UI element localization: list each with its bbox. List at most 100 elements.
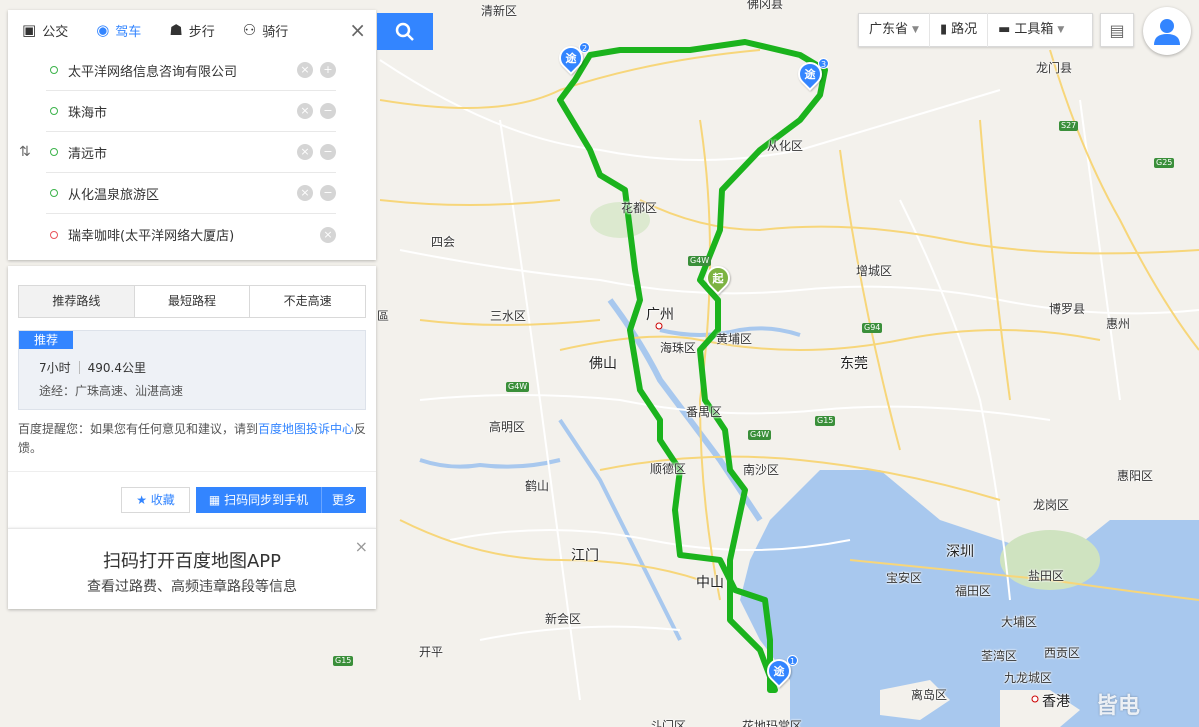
via-pin-2[interactable]: 途2 (554, 41, 590, 78)
map-label: 區 (377, 309, 390, 323)
clear-icon[interactable]: × (297, 62, 313, 78)
tab-recommended[interactable]: 推荐路线 (19, 286, 134, 317)
route-actions: ★ 收藏 ▦ 扫码同步到手机 更多 (8, 471, 376, 528)
road-shield: G15 (333, 656, 354, 666)
chevron-down-icon: ▼ (912, 25, 919, 35)
toolbox-menu[interactable]: ▬ 工具箱 ▼ (987, 13, 1074, 47)
clear-icon[interactable]: × (320, 226, 336, 243)
app-promo-subtitle: 查看过路费、高频违章路段等信息 (87, 579, 297, 595)
waypoint-via-3[interactable]: 从化温泉旅游区 × − (46, 173, 336, 214)
bus-icon: ▣ (22, 21, 37, 39)
mode-bus[interactable]: ▣ 公交 (8, 10, 82, 50)
tab-shortest[interactable]: 最短路程 (133, 286, 250, 317)
traffic-light-icon: ▮ (939, 22, 948, 37)
search-button[interactable] (377, 13, 433, 50)
map-label: 佛冈县 (747, 0, 784, 11)
close-icon[interactable]: × (349, 20, 366, 40)
chevron-down-icon: ▼ (1057, 25, 1065, 35)
favorite-label: 收藏 (150, 493, 175, 507)
mode-label: 驾车 (115, 24, 142, 40)
map-label: 开平 (419, 645, 444, 659)
province-label: 广东省 (869, 22, 909, 37)
bike-icon: ⚇ (242, 21, 257, 39)
waypoint-start[interactable]: 太平洋网络信息咨询有限公司 × + (46, 50, 336, 91)
map-label: 高明区 (489, 420, 526, 434)
end-dot-icon (50, 230, 58, 239)
favorite-button[interactable]: ★ 收藏 (121, 487, 190, 513)
walk-icon: ☗ (169, 21, 183, 39)
map-label: 离岛区 (911, 688, 948, 702)
waypoint-name: 瑞幸咖啡(太平洋网络大厦店) (68, 229, 235, 244)
map-label: 黄埔区 (716, 332, 753, 346)
start-pin[interactable]: 起 (701, 261, 735, 298)
road-shield: G15 (815, 416, 836, 426)
map-label: 从化区 (767, 139, 804, 153)
search-icon (395, 22, 414, 41)
mode-bike[interactable]: ⚇ 骑行 (229, 10, 302, 50)
result-panel: 推荐路线 最短路程 不走高速 推荐 7小时 490.4公里 途经：广珠高速、汕湛… (8, 266, 376, 528)
waypoint-via-2[interactable]: 清远市 × − (46, 132, 336, 173)
map-label: 惠阳区 (1117, 469, 1154, 483)
clear-icon[interactable]: × (297, 144, 313, 160)
waypoint-end[interactable]: 瑞幸咖啡(太平洋网络大厦店) × (46, 214, 336, 255)
road-shield: G4W (506, 382, 530, 392)
remove-waypoint-icon[interactable]: − (320, 103, 336, 119)
route-tabs: 推荐路线 最短路程 不走高速 (18, 285, 366, 318)
road-shield: G25 (1154, 158, 1175, 168)
via-pin-1[interactable]: 途1 (762, 654, 798, 691)
road-shield: G4W (688, 256, 712, 266)
waypoint-via-1[interactable]: 珠海市 × − (46, 91, 336, 132)
close-icon[interactable]: × (355, 537, 368, 556)
map-label: 新会区 (545, 612, 582, 626)
map-label: 龙岗区 (1033, 498, 1070, 512)
route-duration: 7小时 (39, 361, 71, 375)
map-label: 四会 (431, 235, 456, 249)
map-label: 花地玛堂区 (742, 719, 803, 727)
map-label-city: 深圳 (946, 544, 974, 560)
mode-label: 公交 (42, 24, 69, 40)
via-pin-3[interactable]: 途3 (793, 57, 829, 94)
map-label-city: 中山 (696, 575, 724, 591)
road-shield: S27 (1059, 121, 1079, 131)
waypoint-name: 太平洋网络信息咨询有限公司 (68, 64, 238, 80)
star-icon: ★ (136, 493, 147, 507)
qr-icon: ▦ (208, 493, 221, 507)
add-waypoint-icon[interactable]: + (320, 62, 336, 78)
map-label: 荃湾区 (981, 649, 1018, 663)
mode-label: 步行 (188, 24, 215, 40)
complaint-center-link[interactable]: 百度地图投诉中心 (258, 422, 354, 436)
province-select[interactable]: 广东省 ▼ (859, 13, 929, 47)
tab-no-highway[interactable]: 不走高速 (249, 286, 366, 317)
map-label: 顺德区 (650, 462, 687, 476)
recommended-tag: 推荐 (19, 331, 73, 349)
feedback-tip: 百度提醒您：如果您有任何意见和建议，请到百度地图投诉中心反馈。 (18, 420, 370, 458)
map-label: 惠州 (1106, 317, 1131, 331)
sync-label[interactable]: ▦ 扫码同步到手机 (196, 487, 322, 513)
tip-text: 百度提醒您：如果您有任何意见和建议，请到 (18, 422, 259, 436)
avatar[interactable] (1143, 7, 1191, 55)
more-button[interactable]: 更多 (322, 487, 366, 513)
message-button[interactable]: ▤ (1100, 13, 1134, 47)
start-dot-icon (50, 66, 58, 74)
map-label: 博罗县 (1049, 302, 1086, 316)
map-label: 清新区 (481, 4, 518, 18)
waypoint-name: 珠海市 (68, 105, 108, 121)
traffic-label: 路况 (951, 22, 978, 37)
road-shield: G94 (862, 323, 883, 333)
clear-icon[interactable]: × (297, 185, 313, 201)
mode-walk[interactable]: ☗ 步行 (155, 10, 228, 50)
remove-waypoint-icon[interactable]: − (320, 185, 336, 201)
clear-icon[interactable]: × (297, 103, 313, 119)
swap-icon[interactable]: ⇅ (19, 144, 31, 160)
map-label-city: 香港 (1042, 694, 1070, 710)
sync-to-phone-button[interactable]: ▦ 扫码同步到手机 更多 (196, 487, 366, 513)
remove-waypoint-icon[interactable]: − (320, 144, 336, 160)
route-distance: 490.4公里 (87, 361, 146, 375)
road-shield: G4W (748, 430, 772, 440)
map-label: 番禺区 (686, 405, 723, 419)
recommended-route-card[interactable]: 推荐 7小时 490.4公里 途经：广珠高速、汕湛高速 (18, 330, 366, 410)
watermark: 皆电 (1096, 694, 1141, 719)
app-promo-title: 扫码打开百度地图APP (102, 551, 282, 572)
traffic-toggle[interactable]: ▮ 路况 (928, 13, 987, 47)
mode-drive[interactable]: ◉ 驾车 (82, 10, 155, 50)
